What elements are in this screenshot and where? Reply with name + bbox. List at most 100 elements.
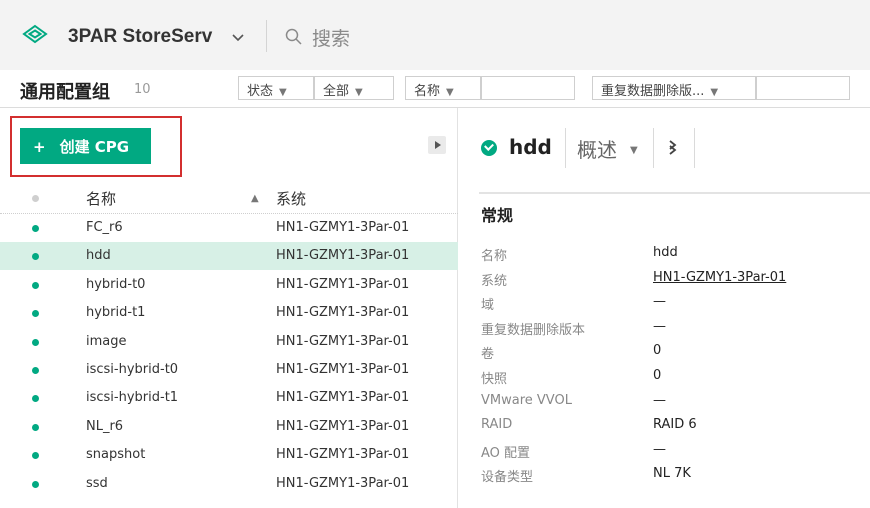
cpg-name: iscsi-hybrid-t0	[86, 362, 179, 377]
status-ok-icon	[32, 395, 39, 403]
cpg-system: HN1-GZMY1-3Par-01	[276, 362, 410, 377]
filter-label: 名称	[414, 84, 441, 99]
divider	[266, 20, 267, 52]
table-row[interactable]: iscsi-hybrid-t0 HN1-GZMY1-3Par-01	[0, 356, 458, 384]
column-header-name[interactable]: 名称	[86, 188, 116, 209]
status-ok-icon	[32, 310, 39, 318]
property-label: 快照	[481, 372, 508, 387]
status-column-header[interactable]	[32, 195, 39, 202]
name-filter-input[interactable]	[481, 76, 575, 100]
property-label: VMware VVOL	[481, 392, 572, 408]
cpg-name: ssd	[86, 475, 108, 491]
status-filter-label[interactable]: 状态 ▼	[238, 76, 314, 100]
table-header: 名称 ▲ 系统	[0, 184, 458, 214]
cpg-system: HN1-GZMY1-3Par-01	[276, 475, 410, 491]
table-row[interactable]: hybrid-t0 HN1-GZMY1-3Par-01	[0, 271, 458, 299]
property-label: 名称	[481, 249, 508, 264]
status-ok-icon	[32, 452, 39, 460]
table-row[interactable]: FC_r6 HN1-GZMY1-3Par-01	[0, 214, 458, 242]
cpg-name: iscsi-hybrid-t1	[86, 390, 179, 406]
cpg-system: HN1-GZMY1-3Par-01	[276, 276, 410, 292]
cpg-system: HN1-GZMY1-3Par-01	[276, 333, 410, 349]
chevron-down-icon[interactable]: ▼	[630, 145, 638, 156]
filter-label: 状态	[247, 84, 274, 99]
column-header-system[interactable]: 系统	[276, 188, 306, 209]
cpg-name: hdd	[86, 248, 111, 264]
page-title: 通用配置组	[20, 82, 110, 103]
filter-label: 重复数据删除版...	[601, 84, 705, 99]
property-value: hdd	[653, 245, 678, 260]
search-icon[interactable]	[285, 28, 302, 45]
cpg-name: hybrid-t0	[86, 276, 146, 292]
sort-ascending-icon[interactable]: ▲	[251, 193, 259, 204]
status-ok-icon	[32, 253, 39, 261]
filter-value: 全部	[323, 84, 350, 99]
cpg-system: HN1-GZMY1-3Par-01	[276, 447, 410, 463]
cpg-name: snapshot	[86, 447, 146, 463]
property-value: 0	[653, 343, 662, 359]
cpg-system: HN1-GZMY1-3Par-01	[276, 248, 410, 264]
table-row[interactable]: NL_r6 HN1-GZMY1-3Par-01	[0, 413, 458, 441]
top-bar: 3PAR StoreServ 搜索	[0, 0, 870, 70]
cpg-system: HN1-GZMY1-3Par-01	[276, 305, 410, 321]
property-value: 0	[653, 368, 662, 383]
chevron-down-icon[interactable]	[232, 34, 244, 42]
cpg-name: FC_r6	[86, 220, 123, 235]
cpg-name: image	[86, 333, 127, 349]
filter-bar: 通用配置组 10 状态 ▼ 全部 ▼ 名称 ▼ 重复数据删除版... ▼	[0, 70, 870, 108]
table-row[interactable]: snapshot HN1-GZMY1-3Par-01	[0, 441, 458, 469]
divider	[479, 192, 870, 194]
table-row[interactable]: iscsi-hybrid-t1 HN1-GZMY1-3Par-01	[0, 384, 458, 412]
cpg-system: HN1-GZMY1-3Par-01	[276, 418, 410, 434]
view-selector[interactable]: 概述	[577, 134, 617, 163]
table-row[interactable]: image HN1-GZMY1-3Par-01	[0, 328, 458, 356]
product-name[interactable]: 3PAR StoreServ	[68, 26, 212, 48]
search-input[interactable]: 搜索	[312, 24, 350, 51]
system-link[interactable]: HN1-GZMY1-3Par-01	[653, 270, 786, 285]
property-label: AO 配置	[481, 445, 531, 461]
divider	[694, 128, 695, 168]
property-value: NL 7K	[653, 466, 691, 482]
divider	[653, 128, 654, 168]
property-value: —	[653, 294, 666, 310]
chevron-down-icon: ▼	[710, 87, 719, 98]
status-ok-icon	[32, 338, 39, 346]
divider	[565, 128, 566, 168]
status-ok-icon	[32, 281, 39, 289]
status-ok-icon	[32, 367, 39, 374]
table-row[interactable]: hybrid-t1 HN1-GZMY1-3Par-01	[0, 299, 458, 327]
collapse-panel-icon[interactable]	[428, 136, 446, 154]
chevron-down-icon: ▼	[279, 87, 287, 98]
property-label: 系统	[481, 273, 508, 289]
property-value: —	[653, 392, 666, 408]
cpg-system: HN1-GZMY1-3Par-01	[276, 390, 410, 406]
section-title: 常规	[481, 206, 514, 225]
property-label: 设备类型	[481, 470, 534, 486]
property-value: RAID 6	[653, 417, 697, 433]
name-filter-label[interactable]: 名称 ▼	[405, 76, 481, 100]
table-row[interactable]: hdd HN1-GZMY1-3Par-01	[0, 242, 458, 271]
cpg-name: hybrid-t1	[86, 305, 146, 321]
status-ok-icon	[481, 140, 497, 156]
property-label: RAID	[481, 417, 513, 433]
property-label: 卷	[481, 347, 495, 363]
item-count: 10	[134, 82, 151, 97]
actions-menu-icon[interactable]	[667, 138, 679, 156]
highlight-annotation	[10, 116, 182, 177]
status-ok-icon	[32, 480, 39, 488]
cpg-name: NL_r6	[86, 418, 124, 434]
status-ok-icon	[32, 225, 39, 232]
chevron-down-icon: ▼	[446, 87, 454, 98]
cpg-system: HN1-GZMY1-3Par-01	[276, 220, 410, 235]
chevron-down-icon: ▼	[355, 87, 363, 98]
status-filter-select[interactable]: 全部 ▼	[314, 76, 394, 100]
status-ok-icon	[32, 423, 39, 431]
detail-title: hdd	[509, 135, 552, 159]
table-row[interactable]: ssd HN1-GZMY1-3Par-01	[0, 470, 458, 498]
property-value: —	[653, 318, 666, 334]
dedup-filter-label[interactable]: 重复数据删除版... ▼	[592, 76, 756, 100]
hpe-logo-icon[interactable]	[22, 24, 48, 44]
property-value: —	[653, 441, 666, 457]
dedup-filter-input[interactable]	[756, 76, 850, 100]
property-label: 域	[481, 298, 495, 314]
